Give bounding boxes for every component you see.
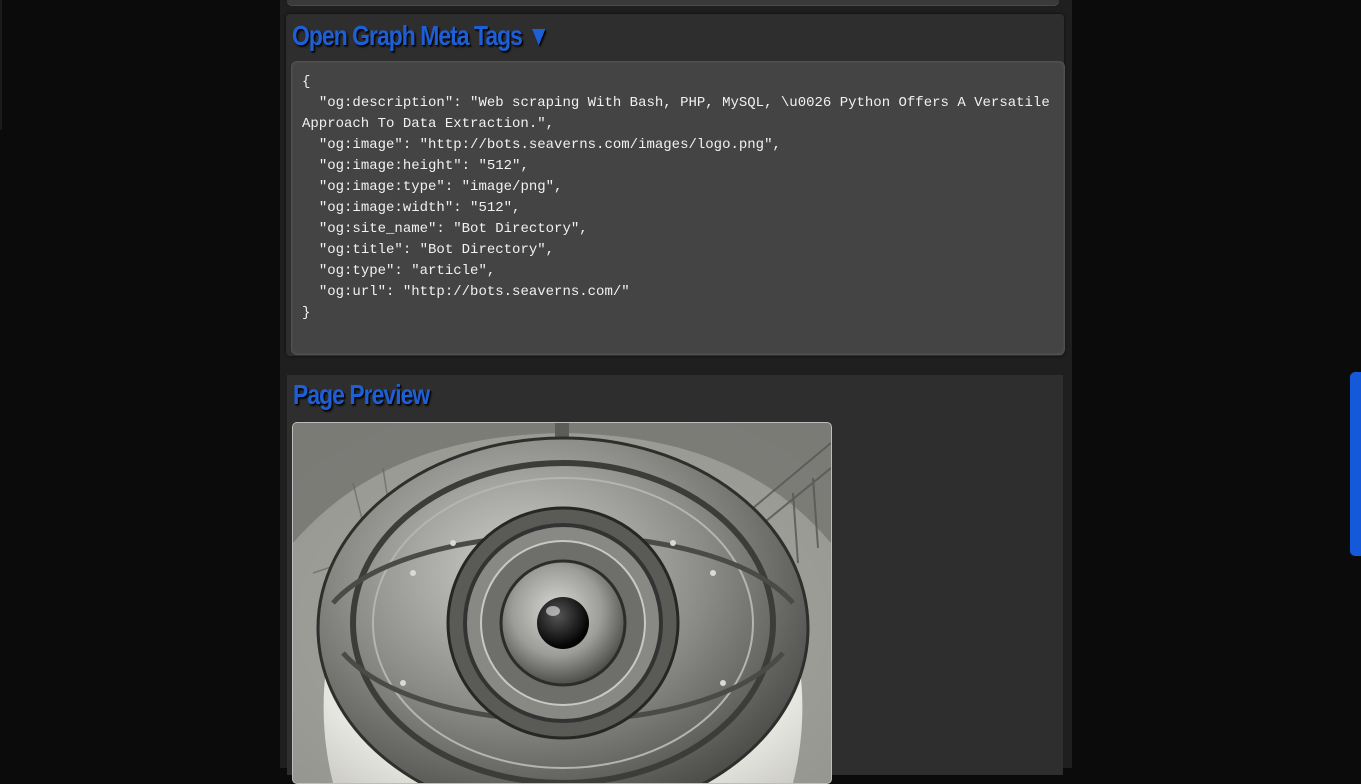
mechanical-eye-illustration [293,423,831,783]
open-graph-toggle-heading[interactable]: Open Graph Meta Tags ▼ [292,20,550,52]
page-preview-heading: Page Preview [293,379,430,410]
open-graph-code-block: { "og:description": "Web scraping With B… [291,61,1065,355]
open-graph-json-text: { "og:description": "Web scraping With B… [302,74,1050,321]
page-preview-image [292,422,832,784]
page-preview-section: Page Preview [287,375,1063,784]
left-edge-mark [0,0,2,130]
scrollbar-thumb[interactable] [1350,372,1361,556]
previous-section-edge [287,0,1059,6]
open-graph-section: Open Graph Meta Tags ▼ { "og:description… [286,14,1065,356]
